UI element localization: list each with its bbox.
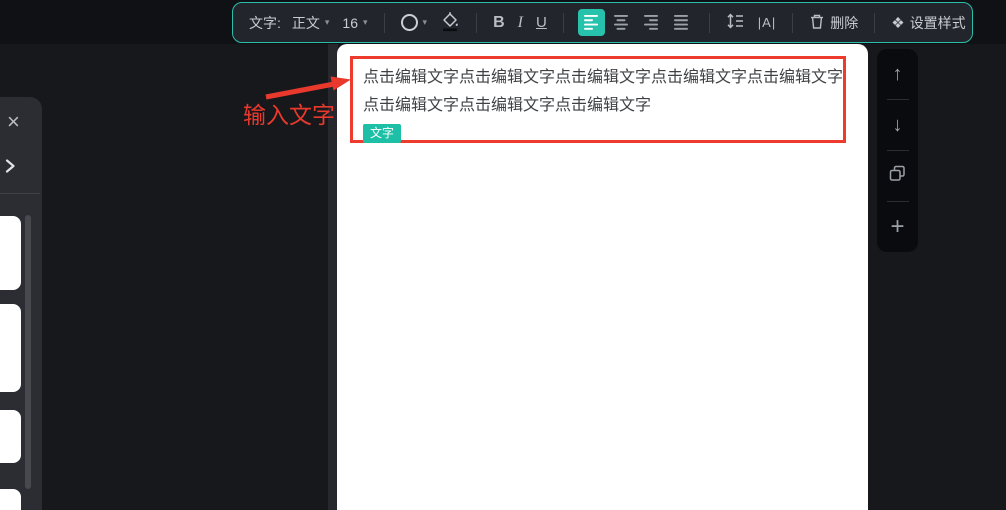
plus-icon: + [890,213,904,241]
move-down-button[interactable]: ↓ [877,100,918,150]
template-thumbnail[interactable] [0,304,21,392]
underline-icon: U [536,14,547,31]
toolbar-divider [563,13,564,33]
text-format-toolbar: 文字: 正文 ▾ 16 ▾ ▾ B [232,2,973,43]
font-size-value: 16 [342,15,358,31]
toolbar-divider [874,13,875,33]
toolbar-divider [476,13,477,33]
duplicate-button[interactable] [877,151,918,201]
set-style-label: 设置样式 [910,13,966,33]
paint-bucket-icon [440,11,460,35]
toolbar-divider [792,13,793,33]
font-size-dropdown[interactable]: 16 ▾ [340,9,369,37]
text-color-circle-icon [401,14,418,31]
toolbar-title: 文字: [249,13,281,33]
align-left-button[interactable] [578,9,605,36]
style-diamonds-icon: ❖ [891,14,904,32]
italic-button[interactable]: I [516,9,525,37]
layer-toolbar: ↑ ↓ + [877,49,918,252]
line-spacing-button[interactable] [724,9,747,37]
document-canvas[interactable]: 点击编辑文字点击编辑文字点击编辑文字点击编辑文字点击编辑文字 点击编辑文字点击编… [337,44,868,510]
text-color-button[interactable]: ▾ [399,9,430,37]
panel-scrollbar[interactable] [25,215,31,489]
align-justify-icon [672,12,690,33]
panel-divider [0,193,40,194]
duplicate-icon [888,164,907,189]
bold-button[interactable]: B [491,9,507,37]
underline-button[interactable]: U [534,9,549,37]
selected-text-box[interactable]: 点击编辑文字点击编辑文字点击编辑文字点击编辑文字点击编辑文字 点击编辑文字点击编… [350,56,846,143]
align-center-icon [612,12,630,33]
align-right-icon [642,12,660,33]
text-line: 点击编辑文字点击编辑文字点击编辑文字 [363,92,843,120]
add-button[interactable]: + [877,202,918,252]
align-left-icon [582,12,600,33]
close-icon[interactable]: × [7,111,20,133]
move-up-button[interactable]: ↑ [877,49,918,99]
text-line: 点击编辑文字点击编辑文字点击编辑文字点击编辑文字点击编辑文字 [363,64,843,92]
arrow-down-icon: ↓ [893,114,903,137]
letter-spacing-icon: |A| [758,15,776,30]
font-style-dropdown[interactable]: 正文 ▾ [290,9,332,37]
caret-down-icon: ▾ [363,18,368,27]
left-panel: × [0,97,42,510]
arrow-up-icon: ↑ [893,63,903,86]
toolbar-divider [384,13,385,33]
align-center-button[interactable] [608,9,635,36]
font-style-value: 正文 [292,13,320,33]
caret-down-icon: ▾ [325,18,330,27]
template-thumbnail[interactable] [0,410,21,463]
align-right-button[interactable] [638,9,665,36]
delete-label: 删除 [830,13,858,33]
chevron-right-icon[interactable] [1,157,19,178]
template-thumbnail[interactable] [0,216,21,290]
line-spacing-icon [726,12,745,33]
template-thumbnail[interactable] [0,489,21,510]
caret-down-icon: ▾ [423,18,428,27]
fill-color-button[interactable] [438,9,462,37]
italic-icon: I [518,14,523,32]
letter-spacing-button[interactable]: |A| [756,9,778,37]
text-layer-badge: 文字 [363,124,401,143]
set-style-button[interactable]: ❖ 设置样式 [889,9,967,37]
toolbar-divider [709,13,710,33]
alignment-button-group [578,9,695,36]
annotation-arrow-icon [240,68,355,108]
delete-button[interactable]: 删除 [807,9,860,37]
app-window: 文字: 正文 ▾ 16 ▾ ▾ B [0,0,1006,510]
bold-icon: B [493,14,505,32]
align-justify-button[interactable] [668,9,695,36]
trash-icon [809,13,825,33]
